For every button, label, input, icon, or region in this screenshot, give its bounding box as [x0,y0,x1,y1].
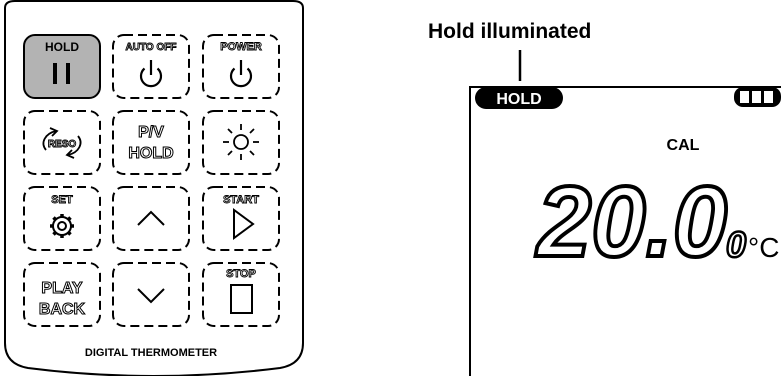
down-button[interactable] [112,262,190,327]
auto-off-label: AUTO OFF [126,42,177,53]
pv-hold-button[interactable] [112,110,190,175]
keypad-footer-label: DIGITAL THERMOMETER [85,347,217,359]
set-label: SET [51,194,73,206]
lcd-main-reading: 20.0 [535,166,727,278]
start-label: START [223,194,259,206]
lcd-small-digit: 0 [726,224,746,265]
hold-button-label: HOLD [45,40,79,54]
lcd-mode-label: CAL [667,137,700,154]
lcd-unit: °C [748,232,779,263]
play-label: PLAY [41,280,83,297]
up-button[interactable] [112,186,190,251]
diagram-canvas: HOLD AUTO OFF POWER RESO P/V HOLD SET ST… [4,0,781,376]
battery-icon [734,87,781,107]
pv-hold-label: HOLD [128,145,173,162]
stop-label: STOP [226,268,256,280]
backlight-button[interactable] [202,110,280,175]
back-label: BACK [39,301,86,318]
reso-label: RESO [48,139,77,150]
pv-label: P/V [138,124,164,141]
annotation-title: Hold illuminated [428,20,591,43]
hold-indicator-label: HOLD [496,91,541,108]
power-label: POWER [220,41,262,53]
